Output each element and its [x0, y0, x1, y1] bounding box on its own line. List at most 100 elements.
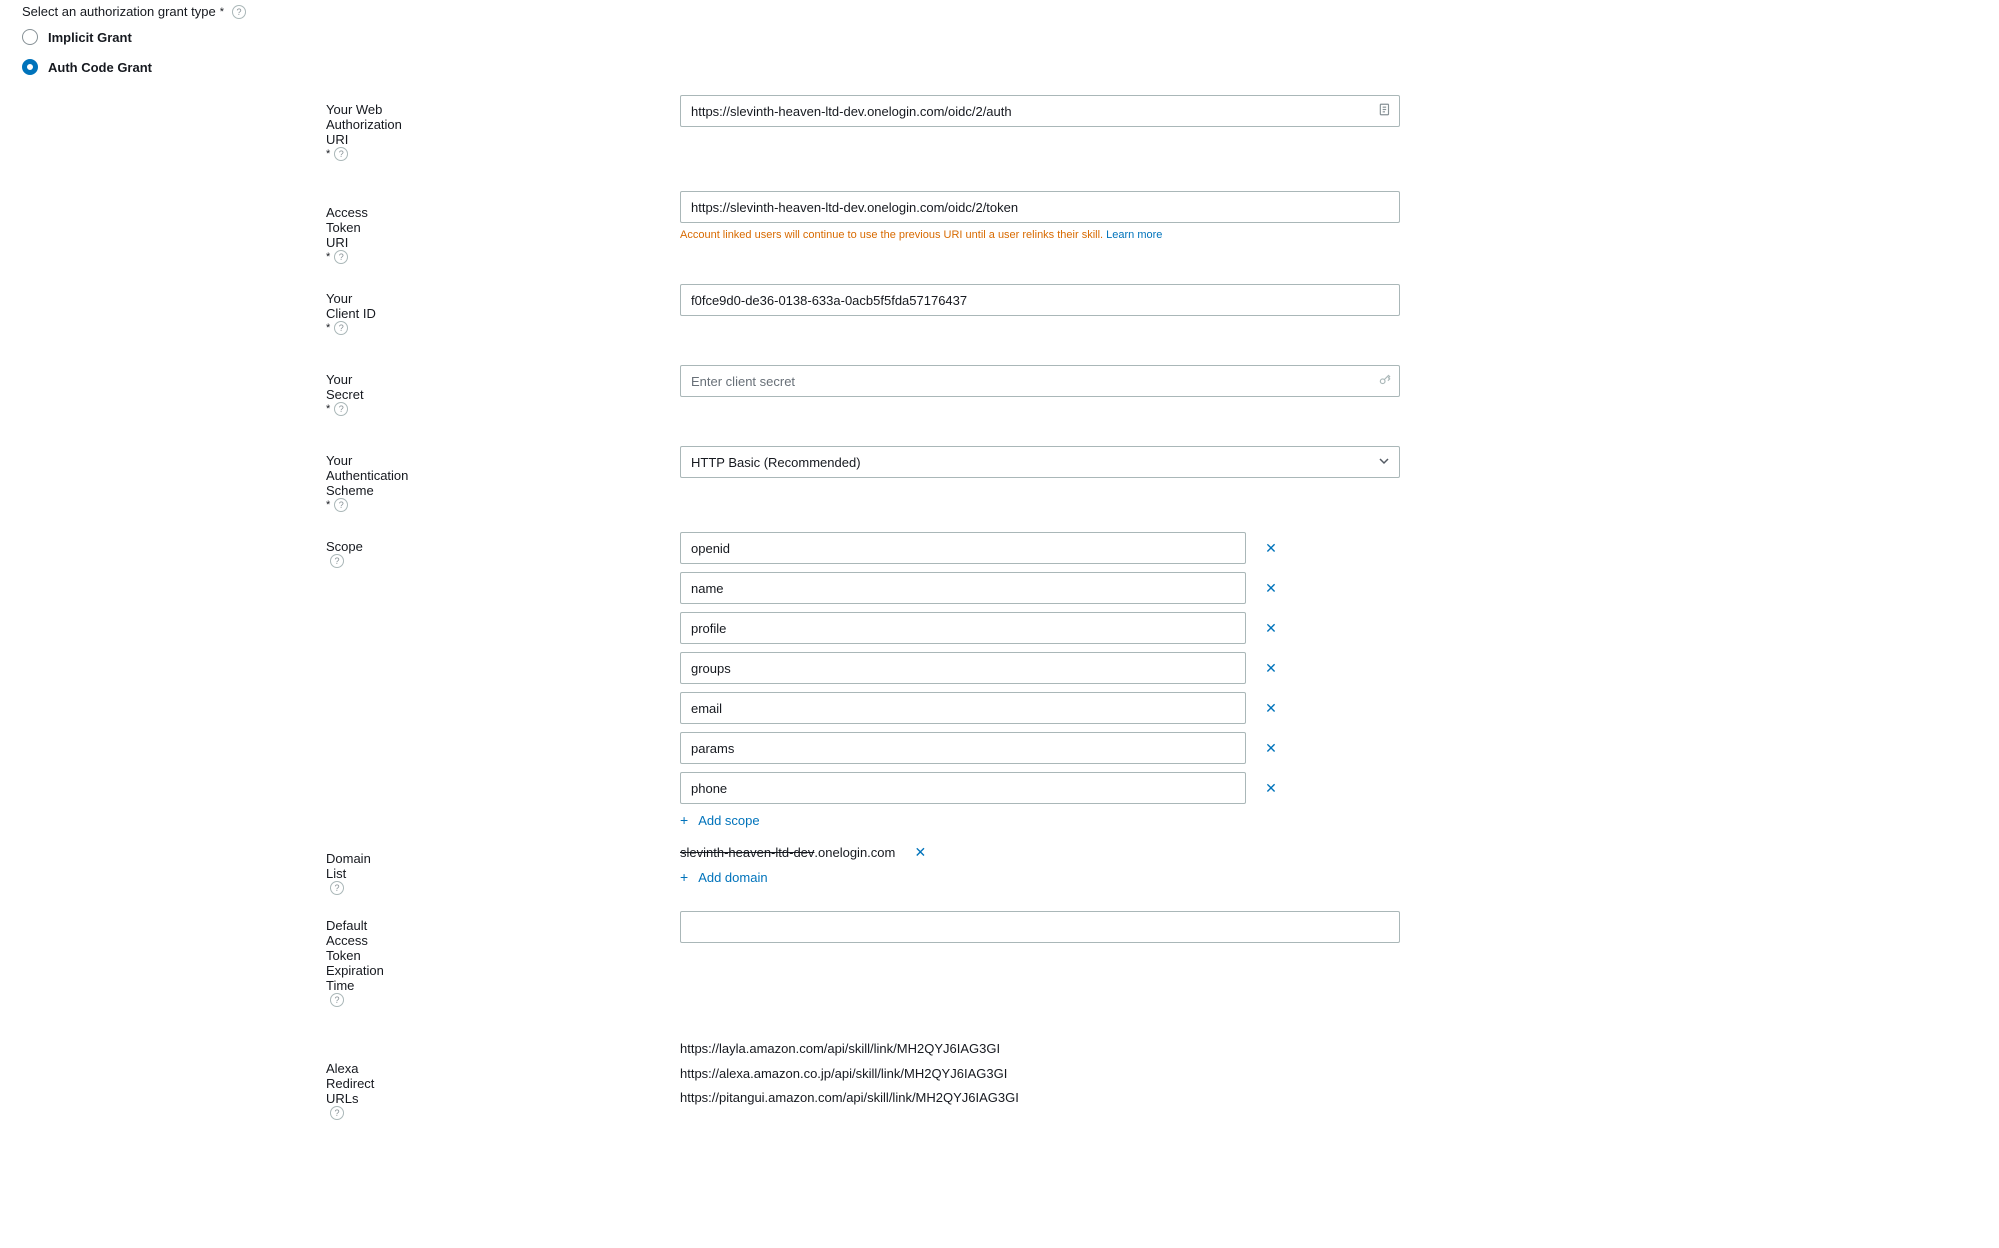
scope-item: ✕ [680, 732, 1280, 764]
help-icon[interactable]: ? [330, 881, 344, 895]
label-web-auth-uri: Your Web Authorization URI* ? [20, 95, 380, 161]
plus-icon: + [680, 812, 688, 828]
input-wrap: Account linked users will continue to us… [680, 191, 1400, 241]
scope-input[interactable] [680, 772, 1246, 804]
domain-strike: slevinth-heaven-ltd-dev [680, 845, 814, 860]
scope-item: ✕ [680, 772, 1280, 804]
label-text: Alexa Redirect URLs [326, 1061, 380, 1106]
scope-list: ✕ ✕ ✕ ✕ ✕ ✕ ✕ + Add scope [680, 532, 1280, 828]
row-default-expiration: Default Access Token Expiration Time ? [20, 911, 1979, 1007]
required-star: * [326, 251, 330, 263]
scope-item: ✕ [680, 612, 1280, 644]
scope-input[interactable] [680, 612, 1246, 644]
add-domain-label: Add domain [698, 870, 767, 885]
help-icon[interactable]: ? [334, 250, 348, 264]
remove-scope-button[interactable]: ✕ [1262, 660, 1280, 677]
row-web-auth-uri: Your Web Authorization URI* ? [20, 95, 1979, 161]
label-text: Access Token URI [326, 205, 380, 250]
scope-input[interactable] [680, 572, 1246, 604]
label-text: Your Secret [326, 372, 380, 402]
remove-scope-button[interactable]: ✕ [1262, 540, 1280, 557]
client-id-input[interactable] [680, 284, 1400, 316]
radio-implicit-grant[interactable]: Implicit Grant [22, 29, 1979, 45]
row-auth-scheme: Your Authentication Scheme* ? HTTP Basic… [20, 446, 1979, 512]
learn-more-link[interactable]: Learn more [1106, 229, 1162, 241]
select-value: HTTP Basic (Recommended) [691, 455, 861, 470]
remove-domain-button[interactable]: ✕ [911, 844, 929, 861]
required-star: * [326, 499, 330, 511]
remove-scope-button[interactable]: ✕ [1262, 780, 1280, 797]
input-wrap [680, 95, 1400, 127]
scope-input[interactable] [680, 532, 1246, 564]
scope-input[interactable] [680, 692, 1246, 724]
web-auth-uri-input[interactable] [680, 95, 1400, 127]
label-secret: Your Secret* ? [20, 365, 380, 416]
add-domain-button[interactable]: + Add domain [680, 869, 1280, 885]
grant-type-heading: Select an authorization grant type * ? [20, 4, 1979, 19]
grant-type-heading-text: Select an authorization grant type [22, 4, 216, 19]
chevron-down-icon [1379, 456, 1389, 469]
domain-rest: .onelogin.com [814, 845, 895, 860]
label-auth-scheme: Your Authentication Scheme* ? [20, 446, 380, 512]
label-text: Scope [326, 539, 363, 554]
helper-text-content: Account linked users will continue to us… [680, 229, 1103, 241]
radio-label: Implicit Grant [48, 30, 132, 45]
remove-scope-button[interactable]: ✕ [1262, 620, 1280, 637]
redirect-url-list: https://layla.amazon.com/api/skill/link/… [680, 1037, 1400, 1111]
radio-auth-code-grant[interactable]: Auth Code Grant [22, 59, 1979, 75]
help-icon[interactable]: ? [334, 147, 348, 161]
redirect-url-item: https://alexa.amazon.co.jp/api/skill/lin… [680, 1062, 1400, 1087]
required-star: * [326, 403, 330, 415]
help-icon[interactable]: ? [334, 321, 348, 335]
required-star: * [326, 148, 330, 160]
plus-icon: + [680, 869, 688, 885]
scope-input[interactable] [680, 652, 1246, 684]
scope-item: ✕ [680, 532, 1280, 564]
label-text: Your Client ID [326, 291, 380, 321]
domain-input[interactable]: slevinth-heaven-ltd-dev.onelogin.com [680, 845, 895, 860]
label-default-expiration: Default Access Token Expiration Time ? [20, 911, 380, 1007]
radio-label: Auth Code Grant [48, 60, 152, 75]
row-secret: Your Secret* ? [20, 365, 1979, 416]
secret-input[interactable] [680, 365, 1400, 397]
contacts-icon[interactable] [1378, 103, 1392, 120]
help-icon[interactable]: ? [334, 498, 348, 512]
label-text: Your Authentication Scheme [326, 453, 408, 498]
label-text: Domain List [326, 851, 380, 881]
auth-scheme-select[interactable]: HTTP Basic (Recommended) [680, 446, 1400, 478]
help-icon[interactable]: ? [330, 554, 344, 568]
redirect-url-item: https://layla.amazon.com/api/skill/link/… [680, 1037, 1400, 1062]
input-wrap [680, 284, 1400, 316]
scope-item: ✕ [680, 652, 1280, 684]
help-icon[interactable]: ? [330, 993, 344, 1007]
add-scope-button[interactable]: + Add scope [680, 812, 1280, 828]
help-icon[interactable]: ? [334, 402, 348, 416]
grant-type-section: Select an authorization grant type * ? Im… [20, 4, 1979, 75]
scope-input[interactable] [680, 732, 1246, 764]
remove-scope-button[interactable]: ✕ [1262, 580, 1280, 597]
scope-item: ✕ [680, 692, 1280, 724]
key-icon[interactable] [1378, 373, 1392, 390]
row-domain-list: Domain List ? slevinth-heaven-ltd-dev.on… [20, 844, 1979, 895]
required-star: * [326, 322, 330, 334]
access-token-uri-input[interactable] [680, 191, 1400, 223]
remove-scope-button[interactable]: ✕ [1262, 700, 1280, 717]
domain-list: slevinth-heaven-ltd-dev.onelogin.com ✕ +… [680, 844, 1280, 885]
required-star: * [220, 6, 224, 18]
label-scope: Scope ? [20, 532, 380, 568]
default-expiration-input[interactable] [680, 911, 1400, 943]
domain-item: slevinth-heaven-ltd-dev.onelogin.com ✕ [680, 844, 1280, 861]
remove-scope-button[interactable]: ✕ [1262, 740, 1280, 757]
redirect-url-item: https://pitangui.amazon.com/api/skill/li… [680, 1086, 1400, 1111]
label-access-token-uri: Access Token URI* ? [20, 191, 380, 264]
input-wrap [680, 365, 1400, 397]
help-icon[interactable]: ? [232, 5, 246, 19]
input-wrap [680, 911, 1400, 943]
label-client-id: Your Client ID* ? [20, 284, 380, 335]
input-wrap: HTTP Basic (Recommended) [680, 446, 1400, 478]
label-domain-list: Domain List ? [20, 844, 380, 895]
radio-icon [22, 29, 38, 45]
label-text: Your Web Authorization URI [326, 102, 402, 147]
add-scope-label: Add scope [698, 813, 759, 828]
help-icon[interactable]: ? [330, 1106, 344, 1120]
